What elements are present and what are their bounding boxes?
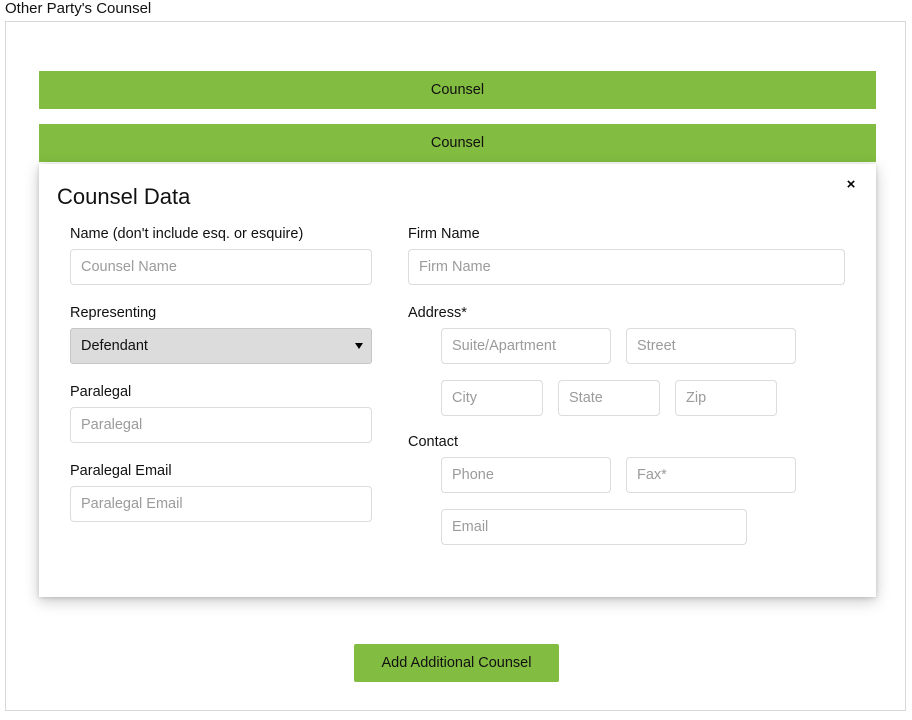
close-icon[interactable]: × — [841, 174, 861, 194]
counsel-collapse-bar-2[interactable]: Counsel — [39, 124, 876, 162]
section-heading: Other Party's Counsel — [5, 0, 151, 19]
representing-select[interactable]: Defendant — [70, 328, 372, 364]
modal-title: Counsel Data — [57, 183, 190, 211]
contact-label: Contact — [408, 432, 876, 452]
contact-fax-input[interactable] — [626, 457, 796, 493]
right-column: Firm Name Address* — [404, 224, 876, 561]
counsel-bar-label: Counsel — [431, 82, 484, 98]
address-row-2 — [408, 380, 876, 416]
field-group-address: Address* — [408, 303, 876, 416]
counsel-panel: Counsel Counsel × Counsel Data Name (don… — [5, 21, 906, 711]
contact-row-1 — [408, 457, 876, 493]
representing-select-wrap: Defendant — [70, 328, 372, 364]
contact-row-2 — [408, 509, 876, 545]
counsel-collapse-bar-1[interactable]: Counsel — [39, 71, 876, 109]
field-group-contact: Contact — [408, 432, 876, 545]
modal-body: Name (don't include esq. or esquire) Rep… — [39, 224, 876, 561]
paralegal-email-label: Paralegal Email — [70, 461, 404, 481]
paralegal-label: Paralegal — [70, 382, 404, 402]
left-column: Name (don't include esq. or esquire) Rep… — [39, 224, 404, 561]
paralegal-email-input[interactable] — [70, 486, 372, 522]
paralegal-input[interactable] — [70, 407, 372, 443]
address-zip-input[interactable] — [675, 380, 777, 416]
representing-label: Representing — [70, 303, 404, 323]
field-group-paralegal-email: Paralegal Email — [70, 461, 404, 522]
field-group-paralegal: Paralegal — [70, 382, 404, 443]
counsel-data-modal: × Counsel Data Name (don't include esq. … — [39, 164, 876, 597]
address-city-input[interactable] — [441, 380, 543, 416]
firm-name-label: Firm Name — [408, 224, 876, 244]
page-root: Other Party's Counsel Counsel Counsel × … — [0, 0, 912, 720]
counsel-name-input[interactable] — [70, 249, 372, 285]
address-street-input[interactable] — [626, 328, 796, 364]
firm-name-input[interactable] — [408, 249, 845, 285]
field-group-firm-name: Firm Name — [408, 224, 876, 285]
address-suite-input[interactable] — [441, 328, 611, 364]
address-label: Address* — [408, 303, 876, 323]
contact-phone-input[interactable] — [441, 457, 611, 493]
name-label: Name (don't include esq. or esquire) — [70, 224, 404, 244]
address-row-1 — [408, 328, 876, 364]
field-group-name: Name (don't include esq. or esquire) — [70, 224, 404, 285]
contact-email-input[interactable] — [441, 509, 747, 545]
counsel-bar-label: Counsel — [431, 135, 484, 151]
add-additional-counsel-button[interactable]: Add Additional Counsel — [354, 644, 559, 682]
field-group-representing: Representing Defendant — [70, 303, 404, 364]
address-state-input[interactable] — [558, 380, 660, 416]
